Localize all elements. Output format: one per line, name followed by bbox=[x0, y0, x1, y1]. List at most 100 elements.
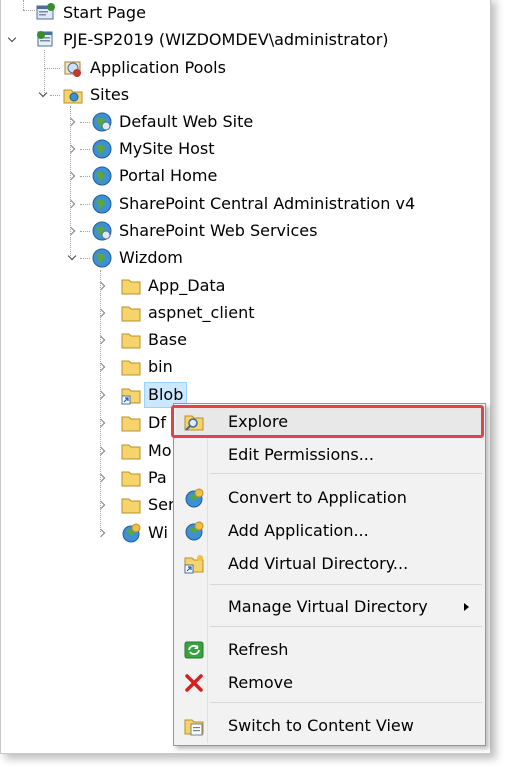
folder-icon bbox=[121, 416, 141, 432]
expand-toggle[interactable] bbox=[96, 521, 108, 545]
tree-node-server[interactable]: PJE-SP2019 (WIZDOMDEV\administrator) bbox=[35, 28, 389, 52]
expand-toggle[interactable] bbox=[96, 328, 108, 352]
globe-icon bbox=[92, 139, 112, 159]
tree-node-label: Wi bbox=[148, 523, 168, 542]
tree-node-label: Base bbox=[148, 330, 187, 349]
tree-node-site-wizdom[interactable]: Wizdom bbox=[91, 246, 183, 270]
tree-node-label: Default Web Site bbox=[119, 112, 254, 131]
tree-node-folder[interactable]: Pa bbox=[120, 466, 167, 490]
chevron-right-icon bbox=[96, 473, 105, 483]
expand-toggle[interactable] bbox=[96, 383, 108, 407]
expand-toggle[interactable] bbox=[66, 164, 78, 188]
globe-icon bbox=[92, 112, 112, 132]
folder-icon bbox=[121, 444, 141, 460]
application-pools-icon bbox=[64, 61, 81, 77]
tree-node-folder[interactable]: aspnet_client bbox=[120, 301, 255, 325]
menu-item-add-virtual-directory[interactable]: Add Virtual Directory... bbox=[176, 549, 483, 579]
expand-toggle[interactable] bbox=[37, 83, 49, 107]
menu-separator bbox=[210, 584, 482, 585]
tree-node-folder[interactable]: Df bbox=[120, 411, 166, 435]
chevron-down-icon bbox=[7, 33, 17, 43]
chevron-right-icon bbox=[66, 171, 75, 181]
tree-node-folder[interactable]: Base bbox=[120, 328, 187, 352]
chevron-right-icon bbox=[66, 117, 75, 127]
menu-item-switch-to-content-view[interactable]: Switch to Content View bbox=[176, 711, 483, 741]
chevron-right-icon bbox=[96, 362, 105, 372]
tree-node-application[interactable]: Wi bbox=[120, 521, 168, 545]
menu-separator bbox=[210, 473, 482, 474]
folder-icon bbox=[121, 279, 141, 295]
chevron-right-icon bbox=[66, 144, 75, 154]
menu-item-label: Remove bbox=[228, 673, 293, 692]
chevron-right-icon bbox=[96, 446, 105, 456]
expand-toggle[interactable] bbox=[66, 137, 78, 161]
convert-application-icon bbox=[185, 488, 204, 508]
expand-toggle[interactable] bbox=[96, 274, 108, 298]
content-view-icon bbox=[184, 719, 204, 736]
folder-icon bbox=[121, 471, 141, 487]
chevron-right-icon bbox=[96, 335, 105, 345]
refresh-icon bbox=[184, 641, 204, 659]
expand-toggle[interactable] bbox=[96, 301, 108, 325]
folder-icon bbox=[121, 360, 141, 376]
add-virtual-directory-icon bbox=[184, 555, 204, 574]
expand-toggle[interactable] bbox=[96, 355, 108, 379]
tree-node-application-pools[interactable]: Application Pools bbox=[62, 56, 226, 80]
server-icon bbox=[37, 31, 53, 47]
menu-item-convert-to-application[interactable]: Convert to Application bbox=[176, 483, 483, 513]
context-menu: Explore Edit Permissions... Convert to A… bbox=[173, 403, 486, 746]
expand-toggle[interactable] bbox=[96, 411, 108, 435]
expand-toggle[interactable] bbox=[66, 192, 78, 216]
tree-node-label: Ser bbox=[148, 495, 175, 514]
tree-node-label: Wizdom bbox=[119, 248, 183, 267]
chevron-right-icon bbox=[96, 500, 105, 510]
tree-node-sites[interactable]: Sites bbox=[62, 83, 129, 107]
tree-node-label: Portal Home bbox=[119, 166, 218, 185]
tree-node-label: aspnet_client bbox=[148, 303, 255, 322]
tree-node-site[interactable]: SharePoint Central Administration v4 bbox=[91, 192, 415, 216]
chevron-right-icon bbox=[66, 226, 75, 236]
folder-icon bbox=[121, 306, 141, 322]
menu-item-label: Manage Virtual Directory bbox=[228, 597, 428, 616]
highlight-box bbox=[171, 405, 484, 438]
folder-icon bbox=[121, 498, 141, 514]
tree-node-folder[interactable]: bin bbox=[120, 355, 173, 379]
menu-separator bbox=[210, 626, 482, 627]
tree-node-label: Mo bbox=[148, 441, 172, 460]
menu-item-label: Convert to Application bbox=[228, 488, 407, 507]
tree-node-folder[interactable]: Mo bbox=[120, 439, 172, 463]
folder-icon bbox=[121, 333, 141, 349]
start-page-icon bbox=[36, 3, 55, 20]
tree-node-label: Application Pools bbox=[90, 58, 226, 77]
menu-item-refresh[interactable]: Refresh bbox=[176, 635, 483, 665]
menu-item-manage-virtual-directory[interactable]: Manage Virtual Directory bbox=[176, 592, 483, 622]
chevron-down-icon bbox=[67, 251, 77, 261]
globe-icon bbox=[92, 194, 112, 214]
expand-toggle[interactable] bbox=[96, 439, 108, 463]
tree-node-folder[interactable]: Ser bbox=[120, 493, 175, 517]
tree-node-site[interactable]: MySite Host bbox=[91, 137, 215, 161]
expand-toggle[interactable] bbox=[66, 246, 78, 270]
expand-toggle[interactable] bbox=[96, 493, 108, 517]
tree-node-label: Pa bbox=[148, 468, 167, 487]
chevron-right-icon bbox=[66, 199, 75, 209]
tree-node-label: SharePoint Web Services bbox=[119, 221, 318, 240]
menu-item-add-application[interactable]: Add Application... bbox=[176, 516, 483, 546]
tree-node-start-page[interactable]: Start Page bbox=[35, 1, 146, 25]
expand-toggle[interactable] bbox=[66, 219, 78, 243]
menu-item-remove[interactable]: Remove bbox=[176, 668, 483, 698]
expand-toggle[interactable] bbox=[66, 110, 78, 134]
tree-node-folder[interactable]: App_Data bbox=[120, 274, 225, 298]
tree-node-site[interactable]: Default Web Site bbox=[91, 110, 253, 134]
menu-item-label: Add Virtual Directory... bbox=[228, 554, 409, 573]
tree-node-label: Sites bbox=[90, 85, 130, 104]
tree-node-label: SharePoint Central Administration v4 bbox=[119, 194, 416, 213]
expand-toggle[interactable] bbox=[6, 28, 18, 52]
expand-toggle[interactable] bbox=[96, 466, 108, 490]
submenu-arrow-icon bbox=[464, 603, 469, 611]
tree-node-site[interactable]: Portal Home bbox=[91, 164, 217, 188]
tree-node-label: bin bbox=[148, 357, 173, 376]
menu-item-edit-permissions[interactable]: Edit Permissions... bbox=[176, 440, 483, 470]
tree-node-site[interactable]: SharePoint Web Services bbox=[91, 219, 317, 243]
tree-node-label: Start Page bbox=[63, 3, 146, 22]
